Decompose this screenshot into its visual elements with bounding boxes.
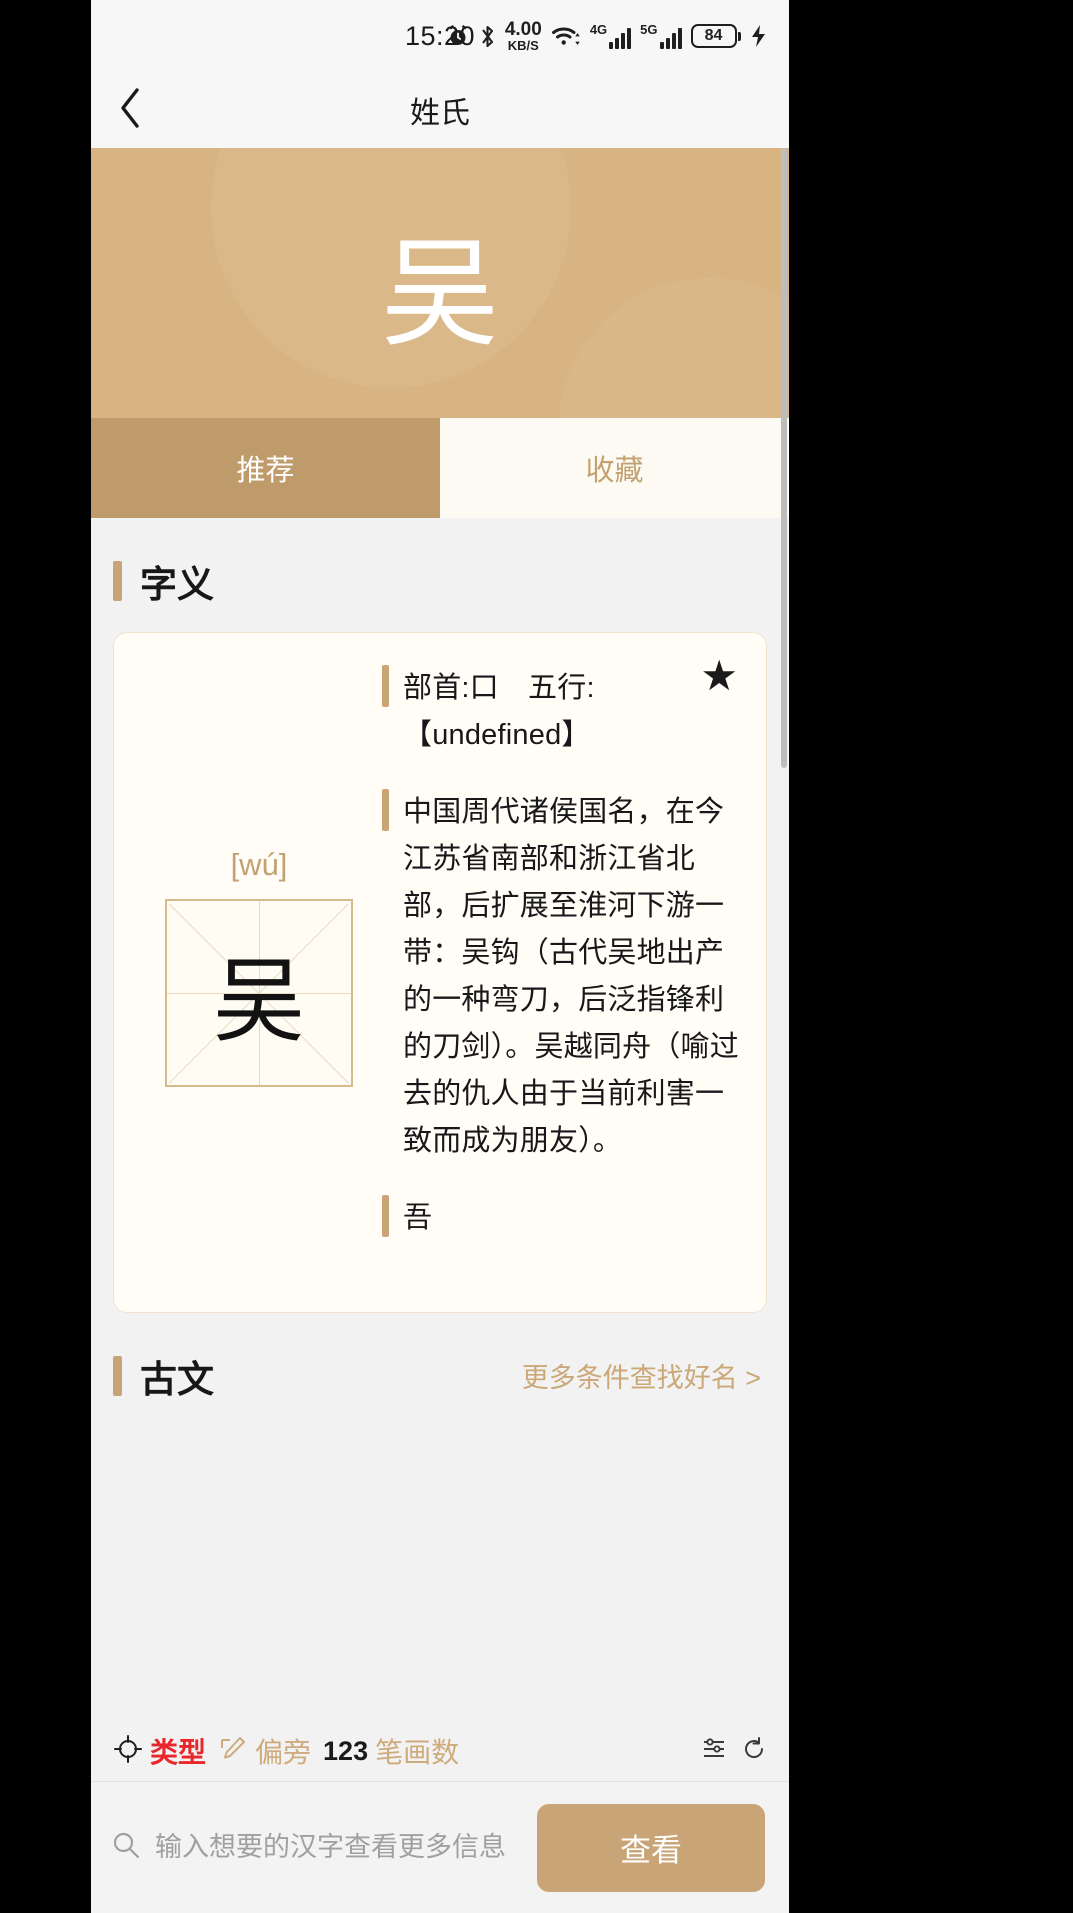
filter-row: 类型 偏旁 123 笔画数	[91, 1717, 789, 1781]
section-title-meaning: 字义	[140, 564, 214, 605]
filter-radical-label: 偏旁	[255, 1737, 312, 1768]
tab-favorites[interactable]: 收藏	[440, 418, 789, 518]
grid-character: 吴	[212, 947, 305, 1055]
hero-character: 吴	[380, 224, 499, 363]
battery-icon: 84	[690, 24, 741, 48]
status-bar: 15:20 4.00 KB/S 4G 5G 84	[91, 0, 789, 72]
search-icon	[111, 1830, 141, 1865]
network-speed-indicator: 4.00 KB/S	[505, 20, 542, 52]
status-time: 15:20	[404, 20, 476, 51]
target-icon	[113, 1734, 143, 1769]
character-panel: [wú] 吴	[140, 659, 378, 1272]
signal-5g-icon: 5G	[640, 22, 682, 49]
filter-strokes[interactable]: 123 笔画数	[323, 1731, 459, 1771]
status-icons: 4.00 KB/S 4G 5G 84	[446, 20, 767, 52]
pencil-icon	[218, 1734, 248, 1769]
section-header-ancient: 古文 更多条件查找好名 >	[91, 1313, 789, 1423]
back-button[interactable]	[91, 86, 169, 135]
more-conditions-link[interactable]: 更多条件查找好名 >	[522, 1356, 761, 1395]
123-icon: 123	[323, 1735, 369, 1766]
character-grid-box: 吴	[165, 899, 353, 1087]
filter-radical[interactable]: 偏旁	[218, 1731, 311, 1771]
bottom-search-bar: 查看	[91, 1781, 789, 1913]
block-accent-bar	[382, 788, 389, 831]
signal-5g-bars	[659, 27, 682, 49]
signal-4g-label: 4G	[589, 22, 608, 37]
filter-strokes-label: 笔画数	[375, 1737, 460, 1768]
filter-type[interactable]: 类型	[113, 1731, 206, 1771]
signal-4g-icon: 4G	[589, 22, 632, 49]
meaning-block: 吾	[382, 1194, 740, 1242]
nav-bar: 姓氏	[91, 72, 789, 148]
meaning-block: 部首:口 五行:【undefined】	[382, 665, 740, 759]
chevron-left-icon	[117, 86, 143, 135]
charging-bolt-icon	[750, 24, 767, 48]
signal-4g-bars	[609, 27, 632, 49]
sliders-icon[interactable]	[701, 1736, 727, 1767]
block-accent-bar	[382, 1194, 389, 1237]
page-title: 姓氏	[410, 97, 470, 130]
bluetooth-icon	[479, 24, 496, 49]
net-speed-unit: KB/S	[507, 38, 539, 53]
hero-banner: 吴	[91, 148, 789, 418]
meaning-block: 中国周代诸侯国名，在今江苏省南部和浙江省北部，后扩展至淮河下游一带：吴钩（古代吴…	[382, 788, 740, 1165]
radical-wuxing-text: 部首:口 五行:【undefined】	[403, 672, 595, 751]
refresh-icon[interactable]	[741, 1736, 767, 1767]
net-speed-value: 4.00	[504, 19, 542, 40]
section-accent-bar	[113, 561, 122, 601]
pinyin-label: [wú]	[230, 847, 288, 882]
signal-5g-label: 5G	[640, 22, 658, 37]
section-accent-bar	[113, 1355, 122, 1396]
tab-recommend[interactable]: 推荐	[91, 418, 440, 518]
tab-bar: 推荐 收藏	[91, 418, 789, 518]
block-accent-bar	[382, 665, 389, 707]
definition-text: 中国周代诸侯国名，在今江苏省南部和浙江省北部，后扩展至淮河下游一带：吴钩（古代吴…	[403, 795, 739, 1157]
alt-meaning-text: 吾	[403, 1201, 433, 1234]
search-field-wrap[interactable]	[111, 1830, 521, 1865]
filter-type-label: 类型	[150, 1737, 207, 1768]
section-header-meaning: 字义	[91, 518, 789, 628]
filter-right-actions[interactable]	[701, 1736, 767, 1767]
phone-screen: 15:20 4.00 KB/S 4G 5G 84 姓氏 吴 推荐 收藏 字义 ★…	[91, 0, 789, 1913]
search-input[interactable]	[155, 1832, 521, 1863]
content-area: 字义 ★ [wú] 吴 部首:口 五行:【undefined】 中国周代诸侯国名…	[91, 518, 789, 1423]
section-title-ancient: 古文	[140, 1358, 214, 1400]
wifi-icon	[551, 24, 581, 48]
scrollbar[interactable]	[781, 148, 787, 768]
meaning-card: ★ [wú] 吴 部首:口 五行:【undefined】 中国周代诸侯国名，在今…	[113, 632, 767, 1313]
view-button[interactable]: 查看	[537, 1803, 765, 1892]
battery-level-label: 84	[690, 24, 737, 48]
battery-tip	[738, 31, 741, 41]
meaning-text-panel: 部首:口 五行:【undefined】 中国周代诸侯国名，在今江苏省南部和浙江省…	[378, 659, 740, 1272]
star-filled-icon[interactable]: ★	[700, 655, 738, 697]
